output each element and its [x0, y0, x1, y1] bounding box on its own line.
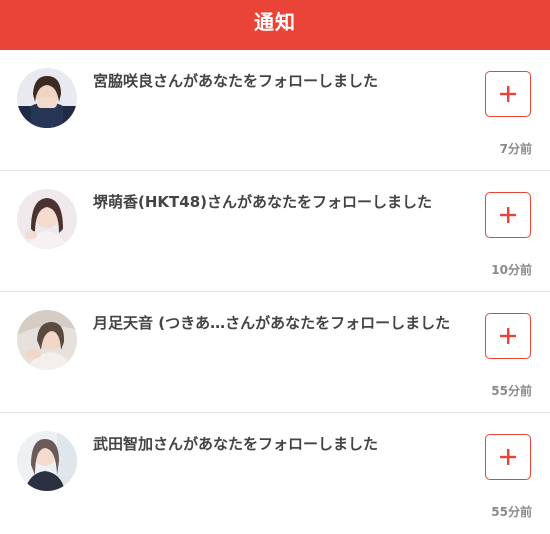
notification-message: 武田智加さんがあなたをフォローしました — [93, 435, 379, 453]
notification-item[interactable]: 宮脇咲良さんがあなたをフォローしました 7分前 — [0, 50, 550, 171]
timestamp: 10分前 — [491, 263, 532, 277]
timestamp: 7分前 — [499, 142, 532, 156]
timestamp: 55分前 — [491, 505, 532, 519]
notification-item[interactable]: 堺萌香(HKT48)さんがあなたをフォローしました 10分前 — [0, 171, 550, 292]
notification-item[interactable]: 武田智加さんがあなたをフォローしました 55分前 — [0, 413, 550, 534]
notification-message: 月足天音 (つきあ…さんがあなたをフォローしました — [93, 314, 451, 332]
follow-back-button[interactable] — [485, 71, 531, 117]
user-photo-icon — [17, 68, 77, 128]
user-photo-icon — [17, 310, 77, 370]
follow-back-button[interactable] — [485, 192, 531, 238]
notification-message: 堺萌香(HKT48)さんがあなたをフォローしました — [93, 193, 432, 211]
user-photo-icon — [17, 431, 77, 491]
notification-message: 宮脇咲良さんがあなたをフォローしました — [93, 72, 379, 90]
follow-back-button[interactable] — [485, 313, 531, 359]
avatar[interactable] — [17, 68, 77, 128]
plus-icon — [500, 207, 516, 223]
app-header: 通知 — [0, 0, 550, 50]
page-title: 通知 — [254, 9, 296, 34]
plus-icon — [500, 449, 516, 465]
avatar[interactable] — [17, 189, 77, 249]
avatar[interactable] — [17, 431, 77, 491]
avatar[interactable] — [17, 310, 77, 370]
user-photo-icon — [17, 189, 77, 249]
notification-list: 宮脇咲良さんがあなたをフォローしました 7分前 堺萌香(HKT48)さんがあなた… — [0, 50, 550, 534]
follow-back-button[interactable] — [485, 434, 531, 480]
notification-item[interactable]: 月足天音 (つきあ…さんがあなたをフォローしました 55分前 — [0, 292, 550, 413]
plus-icon — [500, 86, 516, 102]
timestamp: 55分前 — [491, 384, 532, 398]
plus-icon — [500, 328, 516, 344]
